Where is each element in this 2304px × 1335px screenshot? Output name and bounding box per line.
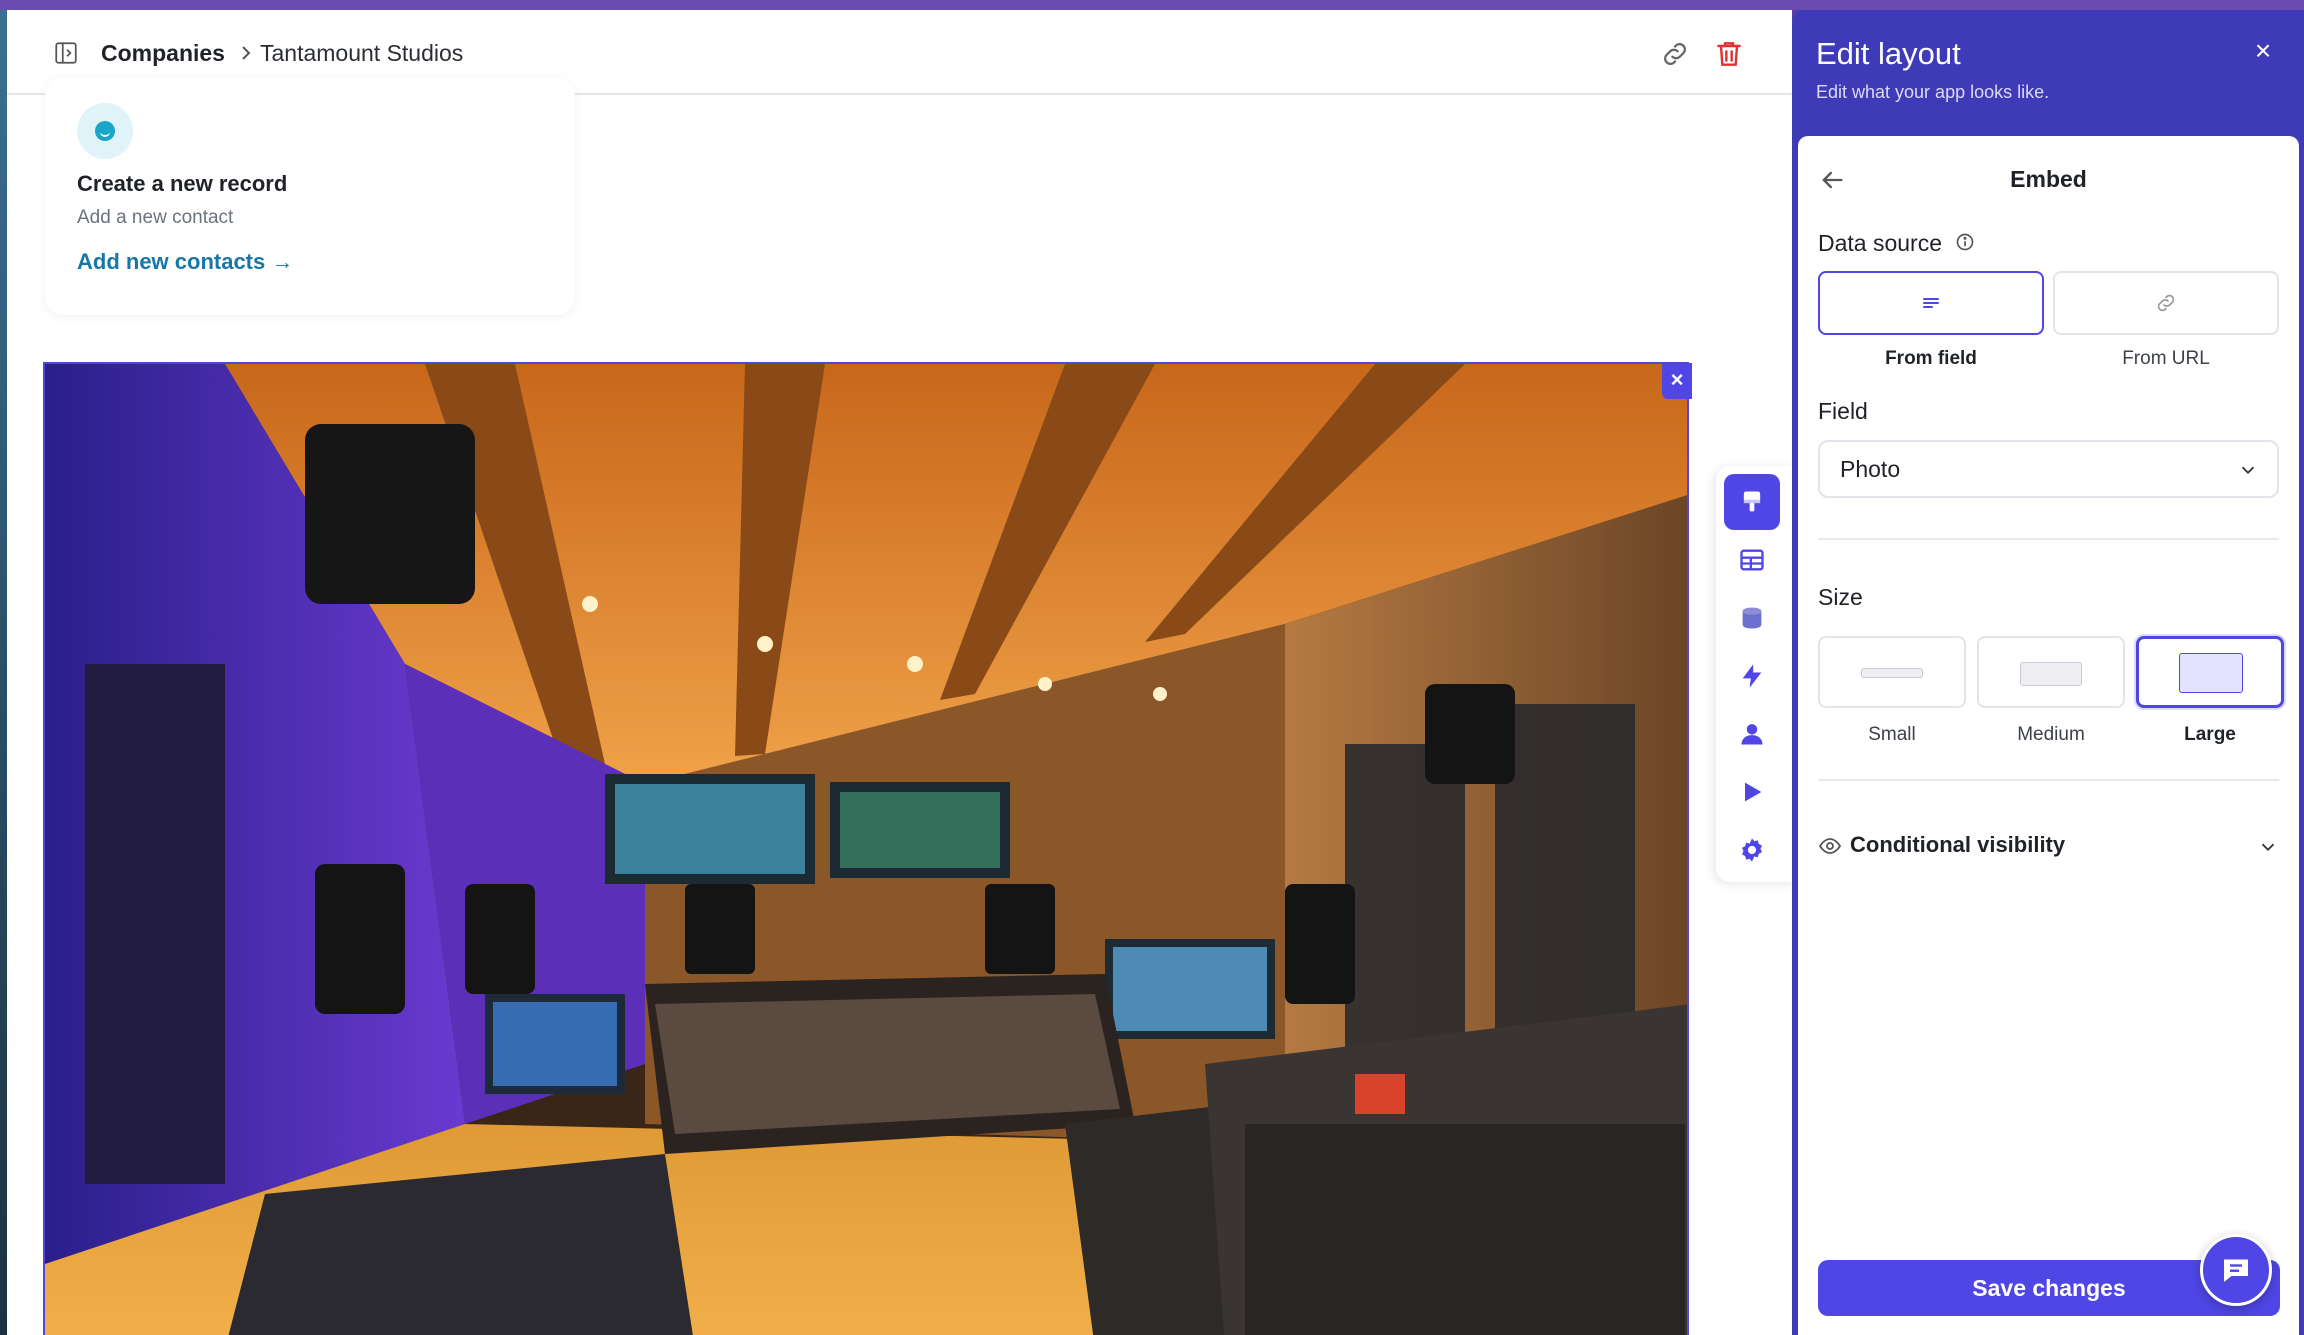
eye-icon — [1818, 838, 1842, 854]
table-icon — [1740, 549, 1764, 571]
card-title: Create a new record — [77, 171, 288, 196]
text-lines-icon — [1923, 298, 1939, 308]
card-subtitle: Add a new contact — [77, 207, 234, 228]
size-large-option[interactable] — [2136, 636, 2284, 708]
app-main: Companies Tantamount Studios Create a ne… — [7, 10, 1792, 1335]
divider — [1818, 779, 2279, 781]
studio-photo-illustration — [45, 364, 1687, 1335]
data-source-label: Data source — [1818, 230, 1943, 256]
section-title: Embed — [2010, 166, 2087, 192]
size-medium-option[interactable] — [1977, 636, 2125, 708]
panel-header: Edit layout Edit what your app looks lik… — [1792, 10, 2304, 136]
panel-body: Embed Data source From field From URL Fi… — [1798, 136, 2299, 1335]
link-icon — [2157, 294, 2175, 312]
close-panel-button[interactable]: × — [2248, 36, 2278, 66]
rail-layout-button[interactable] — [1724, 474, 1780, 530]
info-icon[interactable] — [1955, 232, 1975, 252]
field-label: Field — [1818, 398, 1868, 424]
field-select-value: Photo — [1840, 455, 1901, 482]
chevron-right-icon — [242, 46, 251, 60]
panel-title: Edit layout — [1816, 36, 1961, 71]
from-field-caption: From field — [1885, 348, 1977, 369]
add-new-contacts-link[interactable]: Add new contacts → — [77, 249, 293, 275]
rail-settings-button[interactable] — [1724, 822, 1780, 878]
size-label: Size — [1818, 584, 1863, 610]
conditional-visibility-label: Conditional visibility — [1850, 832, 2066, 857]
create-record-card: Create a new record Add a new contact Ad… — [45, 77, 575, 315]
embedded-photo[interactable] — [43, 362, 1689, 1335]
breadcrumb-current-record: Tantamount Studios — [260, 40, 464, 66]
size-medium-preview — [2020, 662, 2082, 686]
bolt-icon — [1742, 664, 1762, 688]
delete-trash-icon[interactable] — [1713, 38, 1745, 70]
chevron-down-icon — [2241, 466, 2255, 475]
rail-table-button[interactable] — [1724, 532, 1780, 588]
rail-users-button[interactable] — [1724, 706, 1780, 762]
size-large-caption: Large — [2184, 724, 2236, 745]
smile-icon — [77, 103, 133, 159]
rail-database-button[interactable] — [1724, 590, 1780, 646]
window-top-strip — [0, 0, 2304, 10]
field-select[interactable]: Photo — [1818, 440, 2279, 498]
rail-preview-button[interactable] — [1724, 764, 1780, 820]
rail-automation-button[interactable] — [1724, 648, 1780, 704]
support-chat-button[interactable] — [2200, 1234, 2272, 1306]
paint-brush-icon — [1743, 491, 1761, 512]
sidebar-toggle-icon[interactable] — [53, 40, 79, 66]
edit-layout-panel: Edit layout Edit what your app looks lik… — [1792, 10, 2304, 1335]
user-icon — [1741, 724, 1763, 745]
database-icon — [1742, 607, 1762, 629]
size-large-preview — [2179, 653, 2243, 693]
desktop-background-edge — [0, 10, 7, 1335]
divider — [1818, 538, 2279, 540]
remove-embed-button[interactable]: × — [1662, 363, 1692, 399]
chevron-down-icon — [2261, 843, 2275, 852]
tool-rail — [1716, 466, 1796, 882]
size-small-caption: Small — [1868, 724, 1916, 745]
size-small-option[interactable] — [1818, 636, 1966, 708]
from-url-caption: From URL — [2122, 348, 2210, 369]
panel-subtitle: Edit what your app looks like. — [1816, 82, 2050, 102]
record-content: Create a new record Add a new contact Ad… — [7, 77, 1792, 1335]
data-source-from-field-option[interactable] — [1818, 271, 2044, 335]
chat-icon — [2224, 1259, 2248, 1282]
data-source-from-url-option[interactable] — [2053, 271, 2279, 335]
size-small-preview — [1861, 668, 1923, 678]
play-icon — [1745, 782, 1762, 802]
gear-icon — [1742, 838, 1762, 862]
size-medium-caption: Medium — [2017, 724, 2085, 745]
copy-link-icon[interactable] — [1659, 38, 1691, 70]
conditional-visibility-toggle[interactable]: Conditional visibility — [1818, 826, 2279, 866]
breadcrumb-companies[interactable]: Companies — [101, 38, 225, 68]
